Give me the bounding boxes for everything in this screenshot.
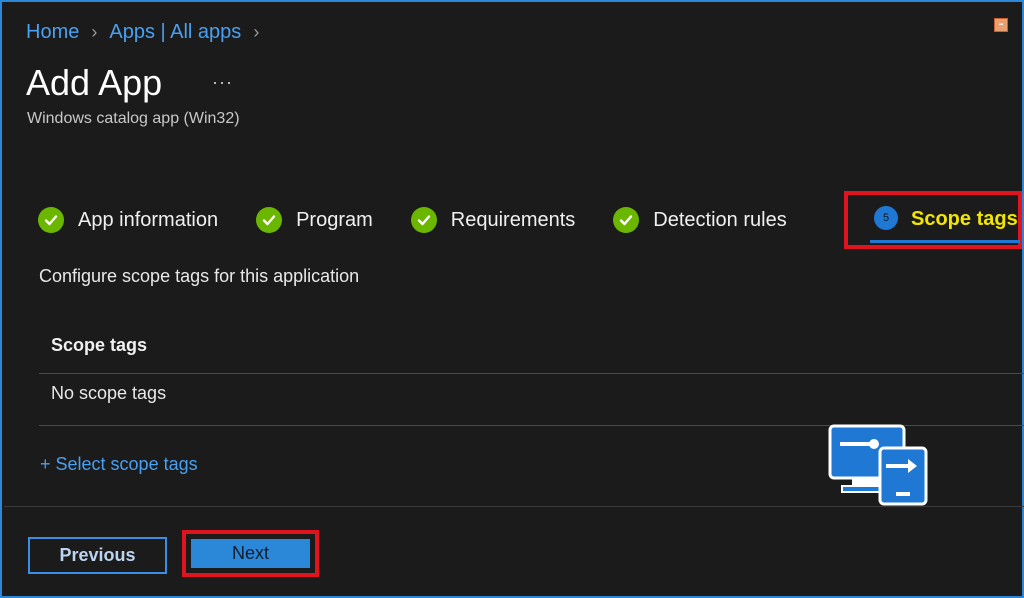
table-header-scope-tags: Scope tags [51,335,148,355]
app-window: Home › Apps | All apps › ▪▪ Add App ··· … [0,0,1024,598]
check-circle-icon [613,207,640,233]
check-circle-icon [410,207,437,233]
active-step-indicator [870,240,1020,243]
step-label: Scope tags [911,208,1018,230]
step-requirements[interactable]: Requirements [410,207,576,233]
next-button[interactable]: Next [191,539,310,568]
previous-button[interactable]: Previous [28,537,167,574]
wizard-steps: App information Program Requirements Det… [38,200,825,240]
chevron-right-icon: › [253,22,260,42]
step-number-badge: 5 [874,206,898,230]
breadcrumb: Home › Apps | All apps › [26,21,271,44]
step-detection-rules[interactable]: Detection rules [613,207,787,233]
step-label: Requirements [450,208,576,231]
select-scope-tags-link[interactable]: + Select scope tags [40,454,198,475]
page-subtitle: Windows catalog app (Win32) [27,110,240,127]
step-label: Program [296,208,373,231]
chevron-right-icon: › [91,22,98,42]
page-title: Add App [26,62,163,103]
step-program[interactable]: Program [256,207,373,233]
breadcrumb-apps[interactable]: Apps | All apps [109,21,241,44]
check-circle-icon [38,207,64,233]
divider [39,373,1024,374]
footer-divider [4,506,1024,507]
more-options-button[interactable]: ··· [212,72,233,93]
next-button-highlight: Next [182,530,319,577]
step-label: App information [78,208,219,231]
table-row: No scope tags [51,383,167,403]
step-label: Detection rules [653,208,787,231]
notification-icon[interactable]: ▪▪ [994,18,1008,32]
breadcrumb-home[interactable]: Home [26,21,79,44]
check-circle-icon [256,207,283,233]
section-description: Configure scope tags for this applicatio… [39,266,360,286]
intune-app-icon [828,424,928,506]
step-app-information[interactable]: App information [38,207,218,233]
step-scope-tags[interactable]: 5 Scope tags [844,191,1022,249]
